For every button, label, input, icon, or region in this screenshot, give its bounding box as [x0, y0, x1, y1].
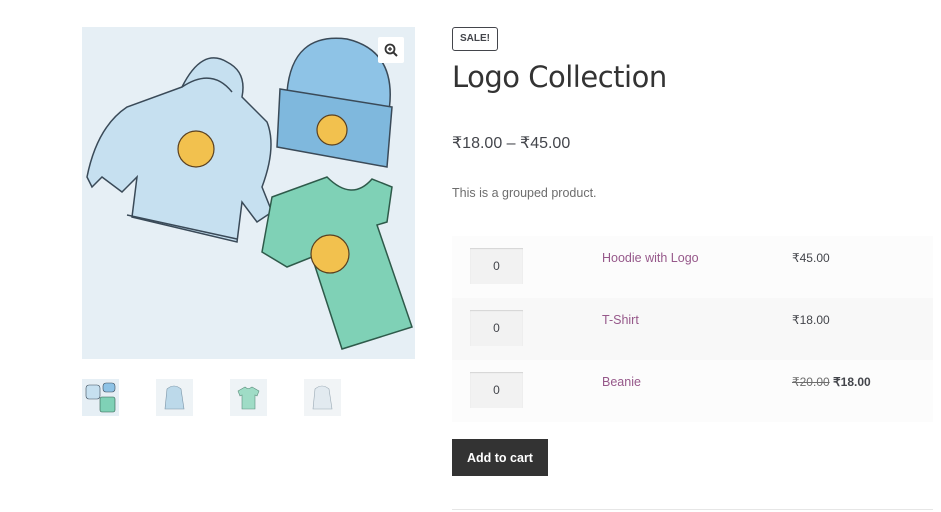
quantity-input[interactable]: 0	[470, 372, 523, 408]
thumbnail-tshirt[interactable]	[230, 379, 267, 416]
add-to-cart-button[interactable]: Add to cart	[452, 439, 548, 476]
sale-price: ₹18.00	[833, 375, 871, 389]
thumbnail-hoodie-with-logo[interactable]	[304, 379, 341, 416]
thumbnail-hoodie[interactable]	[156, 379, 193, 416]
product-link[interactable]: Hoodie with Logo	[602, 251, 699, 265]
sale-badge: SALE!	[452, 27, 498, 51]
product-short-description: This is a grouped product.	[452, 186, 597, 200]
regular-price: ₹20.00	[792, 375, 830, 389]
product-price: ₹18.00	[792, 313, 830, 327]
table-row: 0 Hoodie with Logo ₹45.00	[452, 236, 933, 298]
product-link[interactable]: Beanie	[602, 375, 641, 389]
product-title: Logo Collection	[452, 60, 667, 94]
price-range: ₹18.00 – ₹45.00	[452, 135, 571, 152]
table-row: 0 Beanie ₹20.00 ₹18.00	[452, 360, 933, 422]
quantity-input[interactable]: 0	[470, 310, 523, 346]
quantity-input[interactable]: 0	[470, 248, 523, 284]
zoom-button[interactable]	[378, 37, 404, 63]
product-link[interactable]: T-Shirt	[602, 313, 639, 327]
thumbnail-logo-collection[interactable]	[82, 379, 119, 416]
divider	[452, 509, 933, 510]
table-row: 0 T-Shirt ₹18.00	[452, 298, 933, 360]
product-price: ₹45.00	[792, 251, 830, 265]
magnifier-plus-icon	[384, 43, 398, 57]
product-price: ₹20.00 ₹18.00	[792, 375, 871, 389]
product-main-image[interactable]	[82, 27, 415, 359]
